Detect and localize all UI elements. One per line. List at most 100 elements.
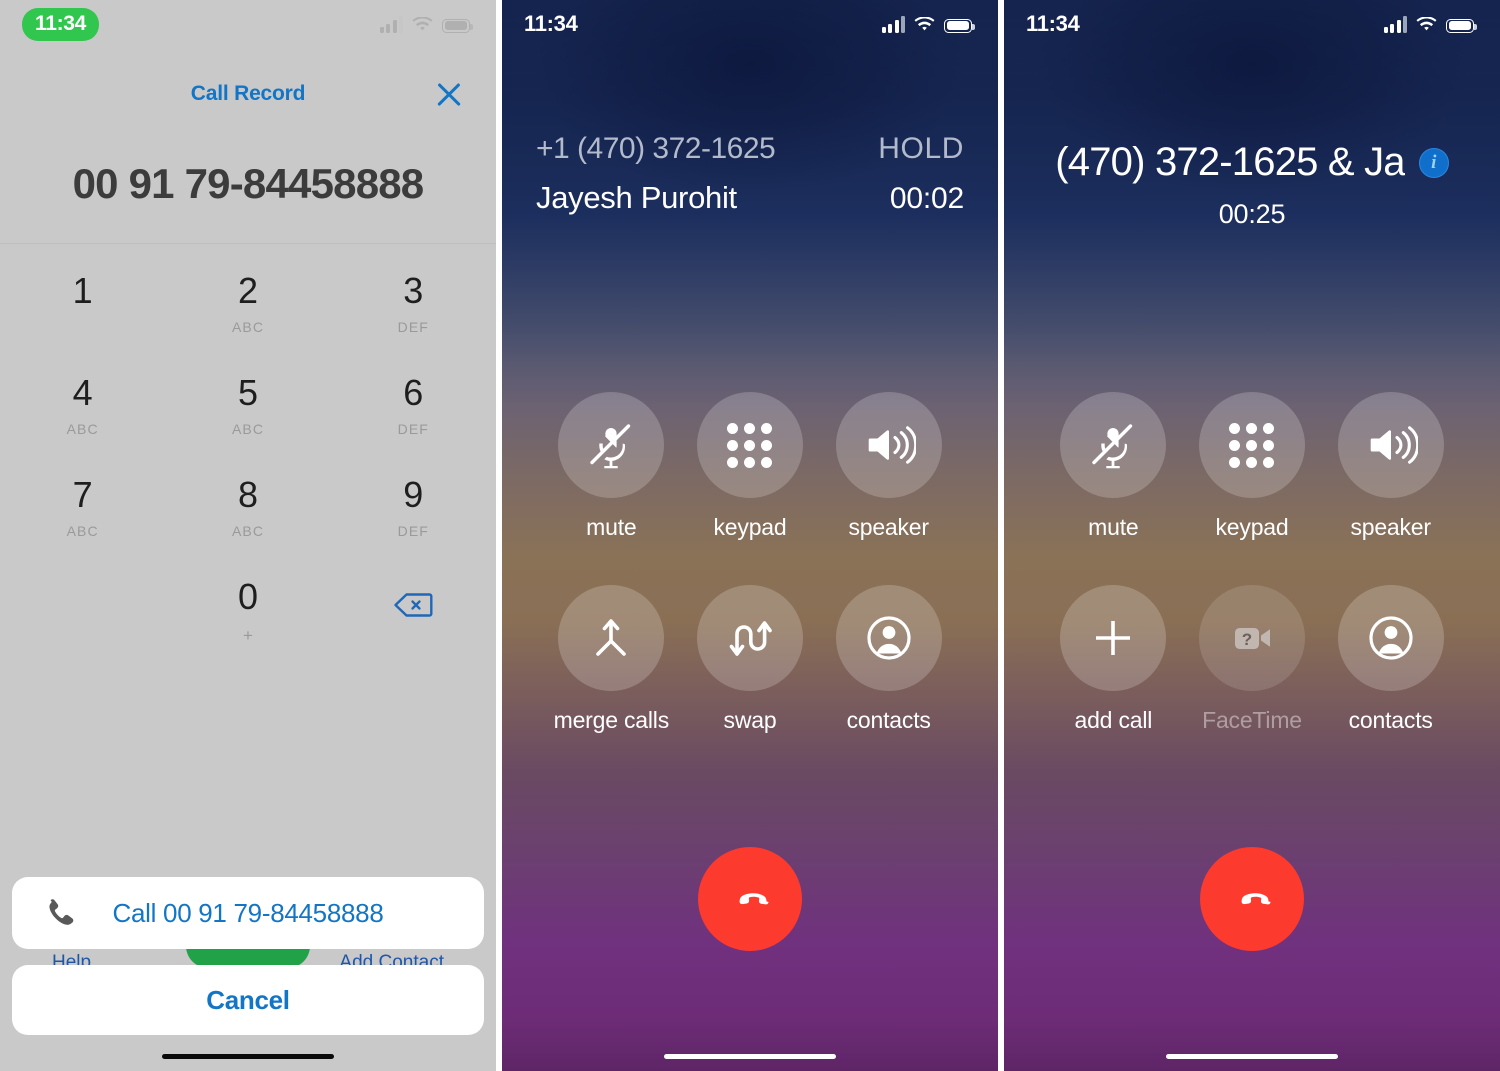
panel-merged-call: 11:34 (470) 372-1625 & Ja i 00:25 mute k… xyxy=(1004,0,1500,1071)
status-bar-icons xyxy=(1383,15,1477,33)
contacts-person-icon xyxy=(1364,611,1418,665)
control-label: contacts xyxy=(1348,707,1433,733)
control-label: keypad xyxy=(1215,514,1289,540)
control-label: add call xyxy=(1074,707,1153,733)
status-bar-panel2: 11:34 xyxy=(502,0,998,48)
dialer-header: Call Record xyxy=(0,76,496,120)
merge-arrow-icon xyxy=(584,611,638,665)
status-bar-clock-pill: 11:34 xyxy=(22,7,100,41)
key-letters: ABC xyxy=(66,421,99,438)
backspace-button[interactable] xyxy=(331,568,496,670)
end-call-handset-icon xyxy=(1227,872,1277,927)
keypad-key-1[interactable]: 1 xyxy=(0,262,165,364)
control-swap[interactable]: swap xyxy=(681,585,820,734)
keypad-key-0[interactable]: 0 + xyxy=(165,568,330,670)
status-bar-panel1: 11:34 xyxy=(0,0,496,48)
control-merge-calls[interactable]: merge calls xyxy=(542,585,681,734)
control-mute[interactable]: mute xyxy=(542,392,681,541)
end-call-handset-icon xyxy=(725,872,775,927)
key-digit: 7 xyxy=(72,474,93,515)
info-circle-icon[interactable]: i xyxy=(1418,147,1449,178)
close-x-icon[interactable] xyxy=(432,78,466,112)
key-letters: ABC xyxy=(231,523,265,540)
keypad-key-4[interactable]: 4 ABC xyxy=(0,364,165,466)
control-circle xyxy=(835,392,942,498)
keypad-key-5[interactable]: 5 ABC xyxy=(165,364,330,466)
control-label: merge calls xyxy=(553,707,670,733)
speaker-icon xyxy=(862,418,917,472)
key-letters: ABC xyxy=(231,421,265,438)
status-bar-icons xyxy=(881,15,975,33)
cellular-bars-icon xyxy=(379,15,403,33)
key-digit: 2 xyxy=(237,270,258,311)
keypad-key-7[interactable]: 7 ABC xyxy=(0,466,165,568)
control-circle xyxy=(696,392,803,498)
control-keypad[interactable]: keypad xyxy=(1183,392,1322,541)
keypad-grid: 1 2 ABC 3 DEF 4 ABC 5 ABC 6 DEF 7 ABC 8 … xyxy=(0,262,496,670)
control-speaker[interactable]: speaker xyxy=(1321,392,1460,541)
keypad-key-2[interactable]: 2 ABC xyxy=(165,262,330,364)
key-letters: ABC xyxy=(231,319,265,336)
call-timer: 00:25 xyxy=(1218,199,1286,229)
speaker-icon xyxy=(1364,418,1419,472)
status-bar-clock: 11:34 xyxy=(524,11,578,36)
keypad-key-6[interactable]: 6 DEF xyxy=(331,364,496,466)
control-add-call[interactable]: add call xyxy=(1044,585,1183,734)
cancel-button[interactable]: Cancel xyxy=(12,965,484,1035)
call-header-bottom-row: Jayesh Purohit 00:02 xyxy=(536,166,964,216)
end-call-button[interactable] xyxy=(698,847,802,951)
mic-muted-icon xyxy=(584,418,638,472)
control-label: keypad xyxy=(713,514,787,540)
keypad-key-9[interactable]: 9 DEF xyxy=(331,466,496,568)
control-circle xyxy=(1060,585,1167,691)
home-indicator[interactable] xyxy=(664,1053,836,1059)
control-label: speaker xyxy=(1350,514,1431,540)
key-digit: 1 xyxy=(72,270,93,311)
control-circle xyxy=(1337,585,1444,691)
call-controls-grid: mute keypad xyxy=(1004,392,1500,734)
control-circle xyxy=(1198,392,1305,498)
keypad-row: 7 ABC 8 ABC 9 DEF xyxy=(0,466,496,568)
merged-call-title-row: (470) 372-1625 & Ja i xyxy=(1004,140,1500,185)
control-keypad[interactable]: keypad xyxy=(681,392,820,541)
call-action-label: Call 00 91 79-84458888 xyxy=(112,897,384,928)
control-circle xyxy=(696,585,803,691)
call-number-action-button[interactable]: Call 00 91 79-84458888 xyxy=(12,877,484,949)
contacts-person-icon xyxy=(862,611,916,665)
wifi-icon xyxy=(412,15,433,33)
panel-active-call: 11:34 +1 (470) 372-1625 HOLD Jayesh Puro… xyxy=(502,0,998,1071)
control-label: contacts xyxy=(846,707,931,733)
key-digit: 8 xyxy=(237,474,258,515)
dialed-number-display: 00 91 79-84458888 xyxy=(72,160,425,207)
control-circle xyxy=(835,585,942,691)
hold-status-badge: HOLD xyxy=(878,132,964,165)
svg-text:?: ? xyxy=(1242,630,1252,649)
keypad-row: 0 + xyxy=(0,568,496,670)
screenshot-stage: 11:34 Call Record 00 91 79-84458888 1 2 … xyxy=(0,0,1500,1071)
key-letters: ABC xyxy=(66,523,99,540)
key-letters: DEF xyxy=(397,421,429,438)
keypad-dots-icon xyxy=(1229,422,1275,468)
keypad-spacer xyxy=(0,568,165,670)
key-digit: 5 xyxy=(237,372,258,413)
home-indicator[interactable] xyxy=(1166,1053,1338,1059)
control-label: swap xyxy=(723,707,777,733)
control-contacts[interactable]: contacts xyxy=(819,585,958,734)
home-indicator[interactable] xyxy=(162,1053,334,1059)
keypad-row: 1 2 ABC 3 DEF xyxy=(0,262,496,364)
control-circle xyxy=(558,392,665,498)
end-call-button[interactable] xyxy=(1200,847,1304,951)
swap-arrows-icon xyxy=(723,611,777,665)
call-header-top-row: +1 (470) 372-1625 HOLD xyxy=(536,132,964,166)
cellular-bars-icon xyxy=(1383,15,1407,33)
keypad-key-3[interactable]: 3 DEF xyxy=(331,262,496,364)
control-contacts[interactable]: contacts xyxy=(1321,585,1460,734)
plus-icon xyxy=(1086,611,1140,665)
key-digit: 9 xyxy=(403,474,424,515)
call-controls-grid: mute keypad xyxy=(502,392,998,734)
keypad-key-8[interactable]: 8 ABC xyxy=(165,466,330,568)
call-contact-name: Jayesh Purohit xyxy=(536,180,737,215)
control-speaker[interactable]: speaker xyxy=(819,392,958,541)
control-mute[interactable]: mute xyxy=(1044,392,1183,541)
control-circle xyxy=(1337,392,1444,498)
